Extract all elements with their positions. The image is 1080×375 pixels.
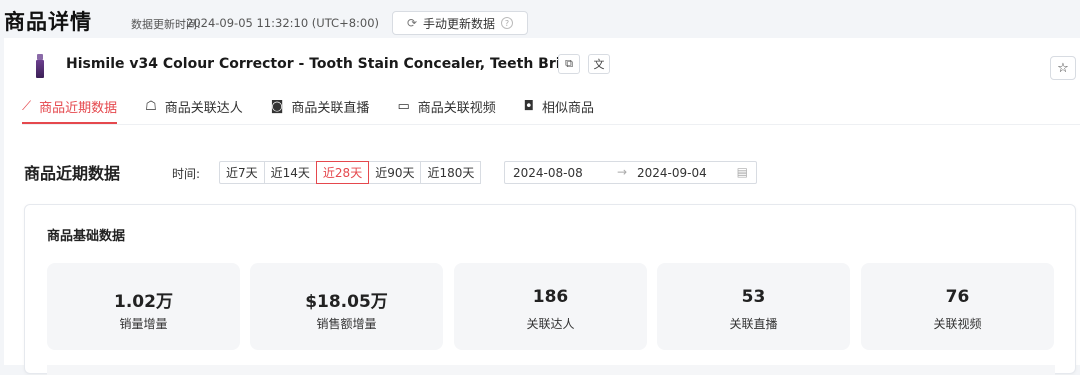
product-thumbnail (34, 54, 46, 78)
translate-icon: 文 (593, 58, 605, 71)
tab-label: 相似商品 (542, 100, 595, 116)
help-icon[interactable]: ? (501, 17, 514, 29)
metric-value: 76 (945, 287, 970, 307)
range-14d-button[interactable]: 近14天 (263, 161, 317, 184)
tab-related-live[interactable]: ◙ 商品关联直播 (271, 94, 370, 118)
metric-related-videos: 76 关联视频 (861, 263, 1054, 350)
recent-data-title: 商品近期数据 (24, 164, 121, 183)
metric-label: 销售额增量 (316, 317, 377, 331)
metric-value: 53 (741, 287, 766, 307)
tab-divider (22, 124, 1080, 125)
tab-related-videos[interactable]: ▭ 商品关联视频 (397, 94, 495, 118)
top-bar: 商品详情 数据更新时间: 2024-09-05 11:32:10 (UTC+8:… (0, 0, 1080, 40)
date-range-picker[interactable]: 2024-08-08 → 2024-09-04 ▤ (504, 161, 757, 184)
tab-label: 商品关联视频 (417, 100, 496, 116)
manual-update-label: 手动更新数据 (423, 16, 496, 31)
product-title: Hismile v34 Colour Corrector - Tooth Sta… (66, 56, 577, 72)
refresh-icon: ⟳ (406, 16, 418, 30)
handshake-icon: ☖ (145, 98, 157, 114)
card-lower-section (47, 365, 1055, 375)
basic-data-card: 商品基础数据 1.02万 销量增量 $18.05万 销售额增量 186 关联达人… (24, 204, 1076, 375)
time-label: 时间: (172, 167, 201, 181)
metric-sales-amount: $18.05万 销售额增量 (250, 263, 443, 350)
start-date: 2024-08-08 (513, 166, 583, 180)
metric-label: 关联达人 (526, 317, 575, 331)
metric-related-live: 53 关联直播 (657, 263, 850, 350)
tab-label: 商品关联直播 (291, 100, 370, 116)
product-panel: Hismile v34 Colour Corrector - Tooth Sta… (4, 38, 1080, 375)
tab-bar: ⟋ 商品近期数据 ☖ 商品关联达人 ◙ 商品关联直播 ▭ 商品关联视频 ◘ 相似… (22, 94, 622, 124)
metric-value: $18.05万 (305, 292, 388, 312)
live-tv-icon: ◙ (270, 98, 284, 114)
metric-sales-volume: 1.02万 销量增量 (47, 263, 240, 350)
arrow-right-icon: → (617, 165, 628, 179)
copy-button[interactable]: ⧉ (558, 54, 580, 74)
chart-line-icon: ⟋ (22, 98, 32, 114)
range-7d-button[interactable]: 近7天 (219, 161, 265, 184)
range-28d-button[interactable]: 近28天 (315, 161, 370, 184)
bag-icon: ◘ (523, 98, 535, 114)
metric-label: 关联视频 (933, 317, 982, 331)
page-title: 商品详情 (4, 10, 92, 34)
tab-related-creators[interactable]: ☖ 商品关联达人 (145, 94, 243, 118)
tab-label: 商品关联达人 (164, 100, 243, 116)
metric-related-creators: 186 关联达人 (454, 263, 647, 350)
range-90d-button[interactable]: 近90天 (368, 161, 422, 184)
range-180d-button[interactable]: 近180天 (420, 161, 482, 184)
manual-update-button[interactable]: ⟳ 手动更新数据 ? (392, 11, 528, 35)
metric-label: 关联直播 (729, 317, 778, 331)
favorite-button[interactable]: ☆ (1050, 56, 1076, 80)
tab-label: 商品近期数据 (39, 100, 118, 116)
metric-value: 186 (532, 287, 569, 307)
tab-recent-data[interactable]: ⟋ 商品近期数据 (22, 94, 118, 124)
basic-data-title: 商品基础数据 (47, 229, 126, 244)
end-date: 2024-09-04 (637, 166, 707, 180)
update-time-value: 2024-09-05 11:32:10 (UTC+8:00) (186, 16, 380, 30)
metric-value: 1.02万 (114, 292, 173, 312)
star-icon: ☆ (1057, 60, 1069, 76)
tab-similar-products[interactable]: ◘ 相似商品 (524, 94, 594, 118)
translate-button[interactable]: 文 (588, 54, 610, 74)
time-range-selector: 近7天 近14天 近28天 近90天 近180天 (219, 161, 482, 184)
video-icon: ▭ (397, 98, 410, 114)
calendar-icon: ▤ (736, 165, 748, 179)
metric-label: 销量增量 (119, 317, 168, 331)
copy-icon: ⧉ (565, 57, 573, 70)
